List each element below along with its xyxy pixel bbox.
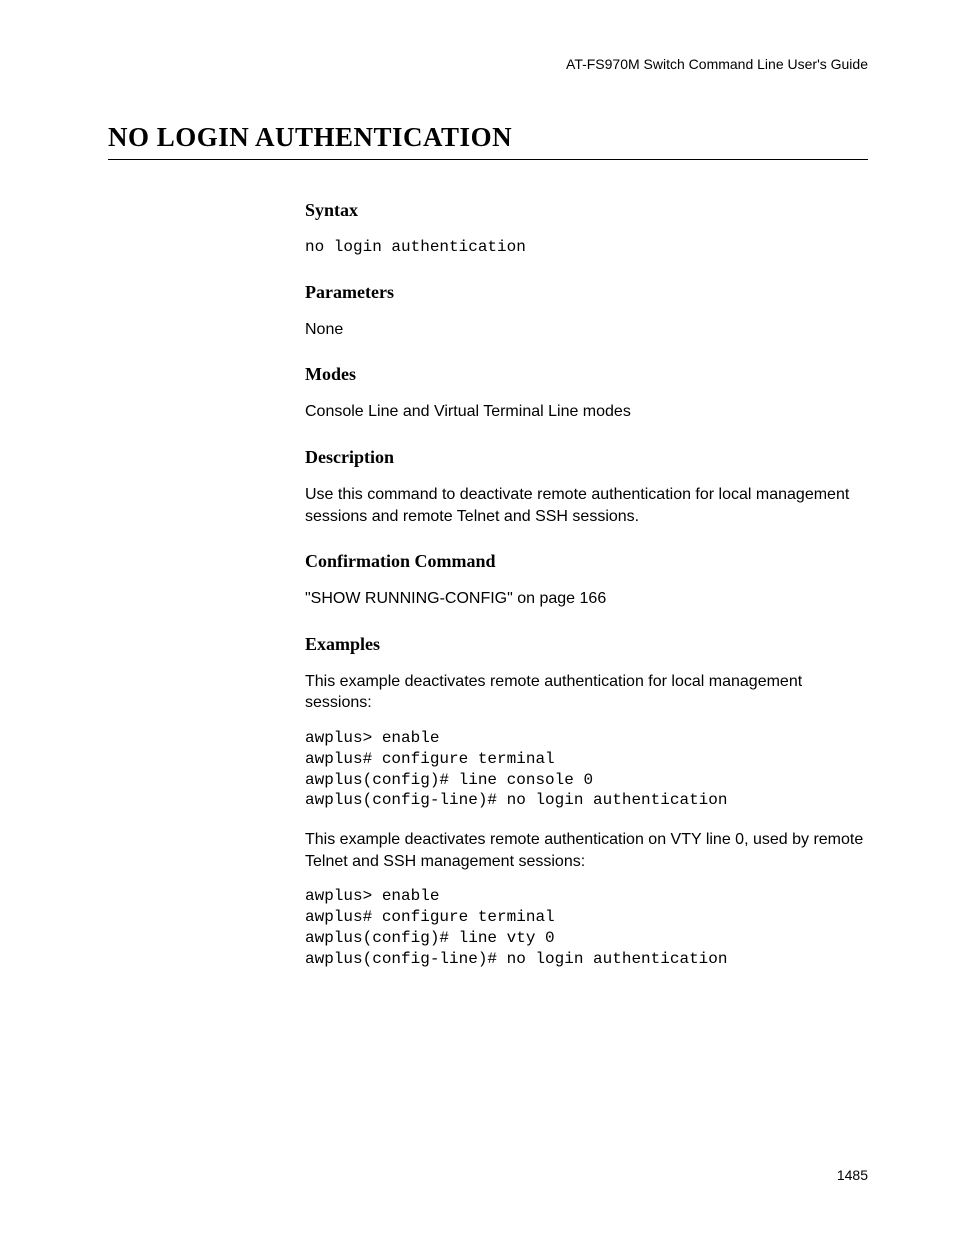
page-title: NO LOGIN AUTHENTICATION <box>108 122 868 160</box>
examples-heading: Examples <box>305 634 865 655</box>
example1-intro: This example deactivates remote authenti… <box>305 671 865 714</box>
syntax-code: no login authentication <box>305 237 865 258</box>
example1-code: awplus> enable awplus# configure termina… <box>305 728 865 811</box>
parameters-heading: Parameters <box>305 282 865 303</box>
modes-heading: Modes <box>305 364 865 385</box>
parameters-text: None <box>305 319 865 341</box>
document-page: AT-FS970M Switch Command Line User's Gui… <box>0 0 954 970</box>
confirmation-text: "SHOW RUNNING-CONFIG" on page 166 <box>305 588 865 610</box>
page-number: 1485 <box>837 1167 868 1183</box>
example2-code: awplus> enable awplus# configure termina… <box>305 886 865 969</box>
document-header: AT-FS970M Switch Command Line User's Gui… <box>108 56 868 72</box>
description-heading: Description <box>305 447 865 468</box>
syntax-heading: Syntax <box>305 200 865 221</box>
modes-text: Console Line and Virtual Terminal Line m… <box>305 401 865 423</box>
example2-intro: This example deactivates remote authenti… <box>305 829 865 872</box>
content-column: Syntax no login authentication Parameter… <box>305 200 865 970</box>
confirmation-heading: Confirmation Command <box>305 551 865 572</box>
description-text: Use this command to deactivate remote au… <box>305 484 865 527</box>
